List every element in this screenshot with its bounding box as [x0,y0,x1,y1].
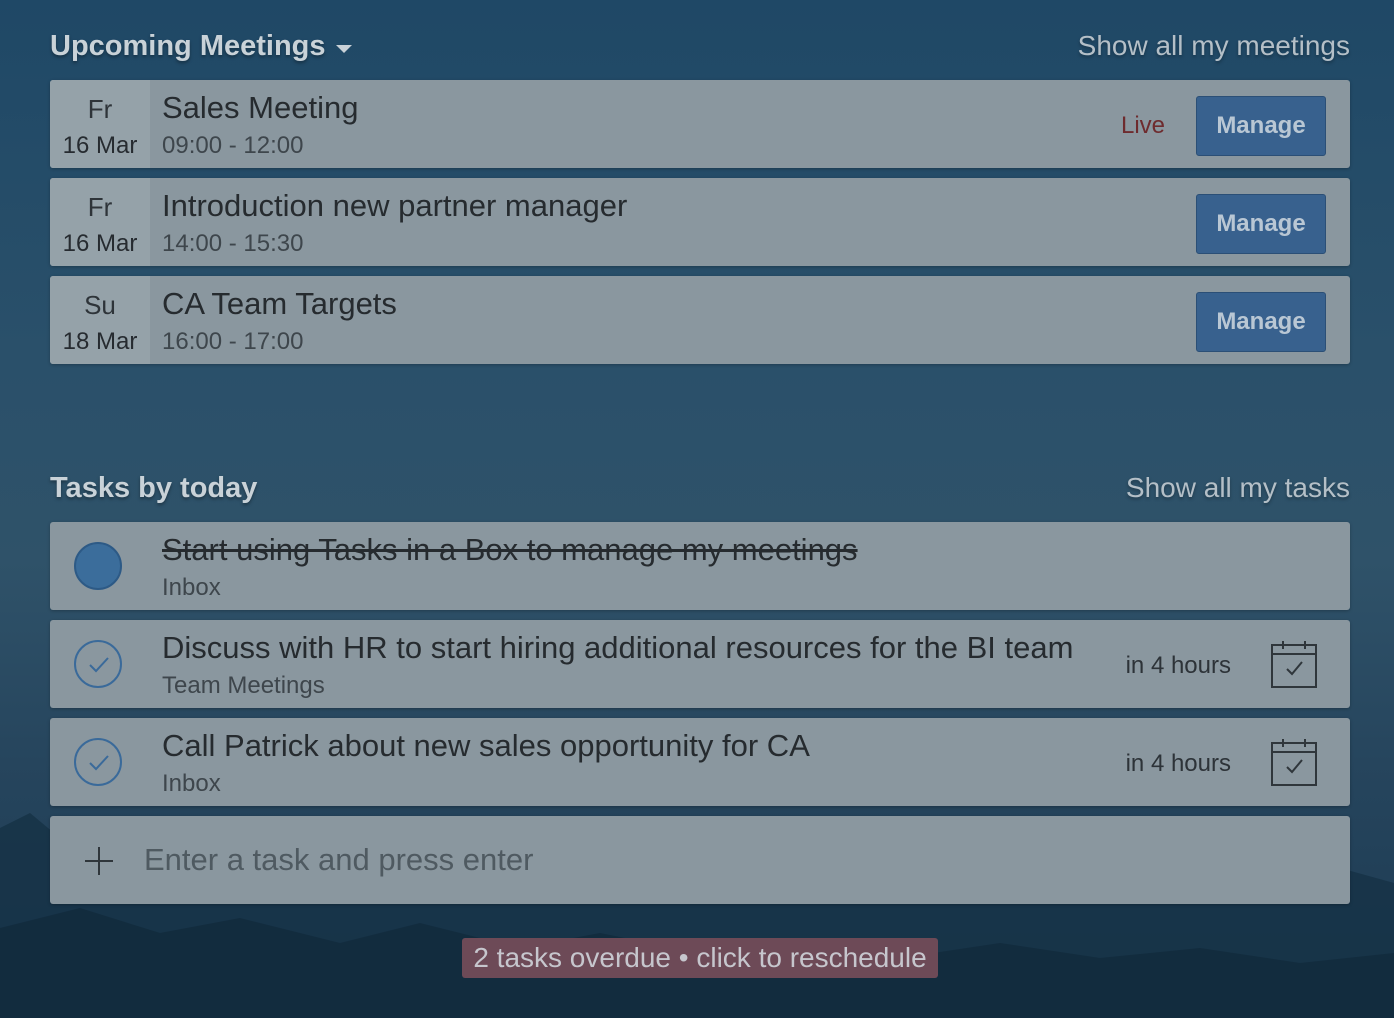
meeting-title: CA Team Targets [162,286,397,321]
calendar-check-icon[interactable] [1271,738,1317,786]
task-card[interactable]: Call Patrick about new sales opportunity… [50,718,1350,806]
meeting-date: Fr 16 Mar [50,178,150,266]
caret-down-icon [335,44,352,53]
meetings-header: Upcoming Meetings Show all my meetings [50,30,1350,70]
meeting-title: Sales Meeting [162,90,359,125]
task-due: in 4 hours [1125,750,1231,777]
meeting-time: 09:00 - 12:00 [162,132,304,159]
check-circle-icon[interactable] [74,542,122,590]
show-all-meetings-link[interactable]: Show all my meetings [1078,30,1350,62]
task-title: Start using Tasks in a Box to manage my … [162,532,858,567]
manage-button[interactable]: Manage [1196,194,1326,254]
overdue-banner[interactable]: 2 tasks overdue • click to reschedule [462,938,938,978]
tasks-header: Tasks by today Show all my tasks [50,472,1350,512]
meeting-title: Introduction new partner manager [162,188,628,223]
meetings-title: Upcoming Meetings [50,30,326,62]
show-all-tasks-link[interactable]: Show all my tasks [1126,472,1350,504]
meeting-card[interactable]: Fr 16 Mar Introduction new partner manag… [50,178,1350,266]
meeting-day: Fr [87,94,113,124]
tasks-title-label: Tasks by today [50,472,258,504]
plus-icon [85,847,113,875]
calendar-check-icon[interactable] [1271,640,1317,688]
meeting-date-label: 16 Mar [62,132,138,159]
meeting-time: 14:00 - 15:30 [162,230,304,257]
live-status: Live [1120,112,1165,139]
meeting-date-label: 16 Mar [62,230,138,257]
meeting-date-label: 18 Mar [62,328,138,355]
meeting-card[interactable]: Su 18 Mar CA Team Targets 16:00 - 17:00 … [50,276,1350,364]
check-circle-icon[interactable] [74,738,122,786]
task-title: Call Patrick about new sales opportunity… [162,728,810,763]
meetings-title-dropdown[interactable]: Upcoming Meetings [50,30,352,63]
task-card[interactable]: Start using Tasks in a Box to manage my … [50,522,1350,610]
meeting-date: Fr 16 Mar [50,80,150,168]
manage-button[interactable]: Manage [1196,292,1326,352]
tasks-title: Tasks by today [50,472,257,505]
meeting-time: 16:00 - 17:00 [162,328,304,355]
meeting-day: Su [84,290,116,320]
task-list: Inbox [162,574,221,601]
add-task-input[interactable] [144,838,1324,882]
add-task-row [50,816,1350,904]
check-circle-icon[interactable] [74,640,122,688]
task-list: Inbox [162,770,221,797]
task-due: in 4 hours [1125,652,1231,679]
task-title: Discuss with HR to start hiring addition… [162,630,1074,665]
task-card[interactable]: Discuss with HR to start hiring addition… [50,620,1350,708]
meeting-day: Fr [87,192,113,222]
manage-button[interactable]: Manage [1196,96,1326,156]
meeting-card[interactable]: Fr 16 Mar Sales Meeting 09:00 - 12:00 Li… [50,80,1350,168]
task-list: Team Meetings [162,672,325,699]
meeting-date: Su 18 Mar [50,276,150,364]
